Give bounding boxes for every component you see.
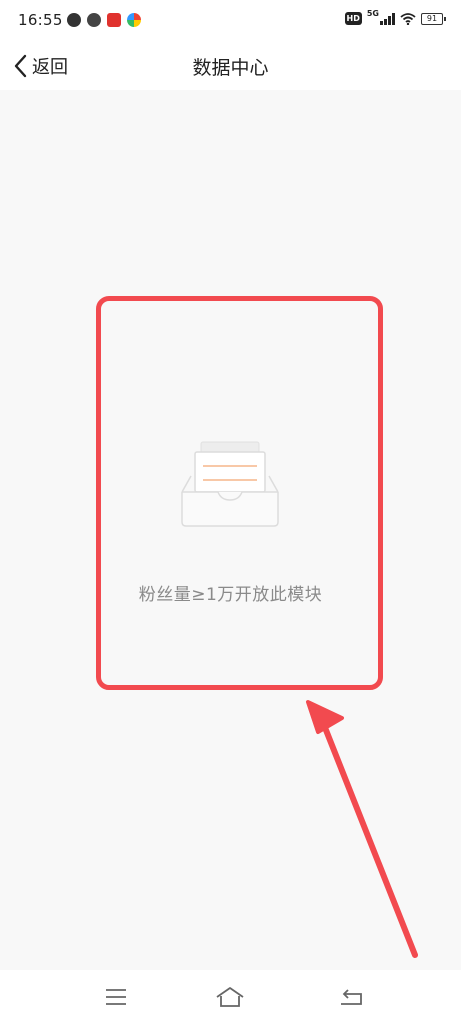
screen: 16:55 HD 5G 91 返回 数据中心 粉丝量≥1万开放此模块 (0, 0, 461, 1024)
notification-icons (67, 13, 141, 27)
empty-state-message: 粉丝量≥1万开放此模块 (138, 585, 323, 605)
empty-inbox-icon (181, 441, 279, 527)
color-app-icon (127, 13, 141, 27)
page-title: 数据中心 (192, 57, 269, 79)
status-bar: 16:55 HD 5G 91 (0, 0, 461, 42)
home-button[interactable] (215, 984, 245, 1010)
system-nav-bar (0, 970, 461, 1024)
wifi-icon (400, 12, 416, 25)
status-time: 16:55 (18, 11, 63, 29)
weibo-icon (67, 13, 81, 27)
annotation-arrow (306, 700, 418, 958)
network-label: 5G (366, 9, 379, 18)
home-icon (216, 987, 244, 1007)
back-icon (341, 989, 362, 1005)
hd-badge: HD (344, 12, 362, 25)
menu-button[interactable] (101, 984, 131, 1010)
main-content: 粉丝量≥1万开放此模块 (0, 90, 461, 970)
status-indicators: HD 5G 91 (344, 9, 446, 25)
menu-icon (106, 989, 126, 1005)
system-back-button[interactable] (336, 984, 366, 1010)
signal-icon (380, 12, 395, 25)
nav-bar: 返回 数据中心 (0, 42, 461, 90)
battery-icon: 91 (421, 12, 446, 25)
target-icon (87, 13, 101, 27)
red-app-icon (107, 13, 121, 27)
